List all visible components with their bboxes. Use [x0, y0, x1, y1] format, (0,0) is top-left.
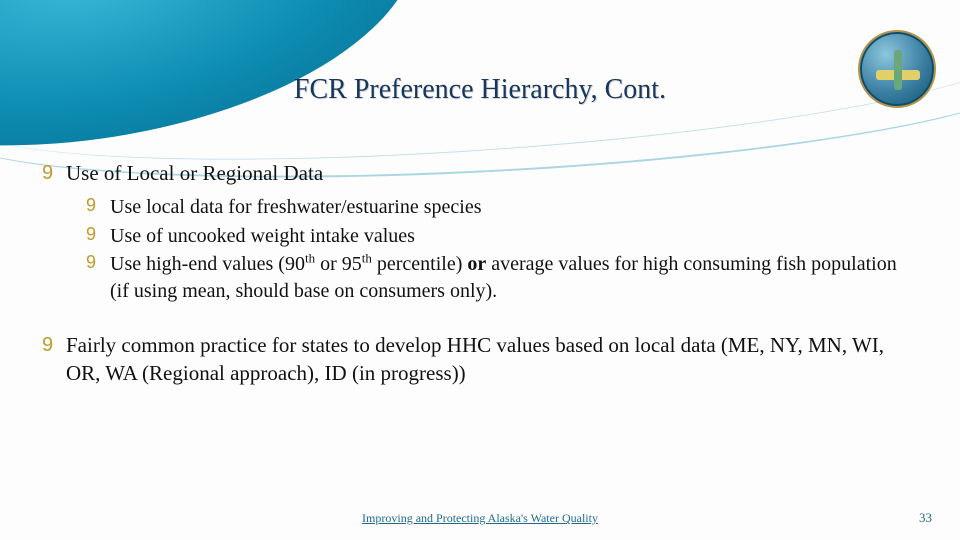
slide-title: FCR Preference Hierarchy, Cont. [0, 74, 960, 106]
slide-body: 9 Use of Local or Regional Data 9 Use lo… [42, 160, 918, 394]
bullet-level2: 9 Use high-end values (90th or 95th perc… [86, 251, 918, 304]
bullet-marker-icon: 9 [86, 223, 110, 250]
bullet-marker-icon: 9 [86, 194, 110, 221]
bullet-text: Use of uncooked weight intake values [110, 223, 918, 250]
footer-text: Improving and Protecting Alaska's Water … [0, 511, 960, 526]
bullet-level1: 9 Fairly common practice for states to d… [42, 332, 918, 388]
bullet-marker-icon: 9 [42, 332, 66, 388]
bullet-level1: 9 Use of Local or Regional Data [42, 160, 918, 188]
page-number: 33 [919, 510, 932, 526]
bullet-marker-icon: 9 [42, 160, 66, 188]
sub-bullet-group: 9 Use local data for freshwater/estuarin… [86, 194, 918, 304]
bullet-text: Fairly common practice for states to dev… [66, 332, 918, 388]
bullet-level2: 9 Use local data for freshwater/estuarin… [86, 194, 918, 221]
bullet-marker-icon: 9 [86, 251, 110, 304]
bullet-text: Use high-end values (90th or 95th percen… [110, 251, 918, 304]
bullet-text: Use local data for freshwater/estuarine … [110, 194, 918, 221]
bullet-text: Use of Local or Regional Data [66, 160, 323, 188]
bullet-level2: 9 Use of uncooked weight intake values [86, 223, 918, 250]
